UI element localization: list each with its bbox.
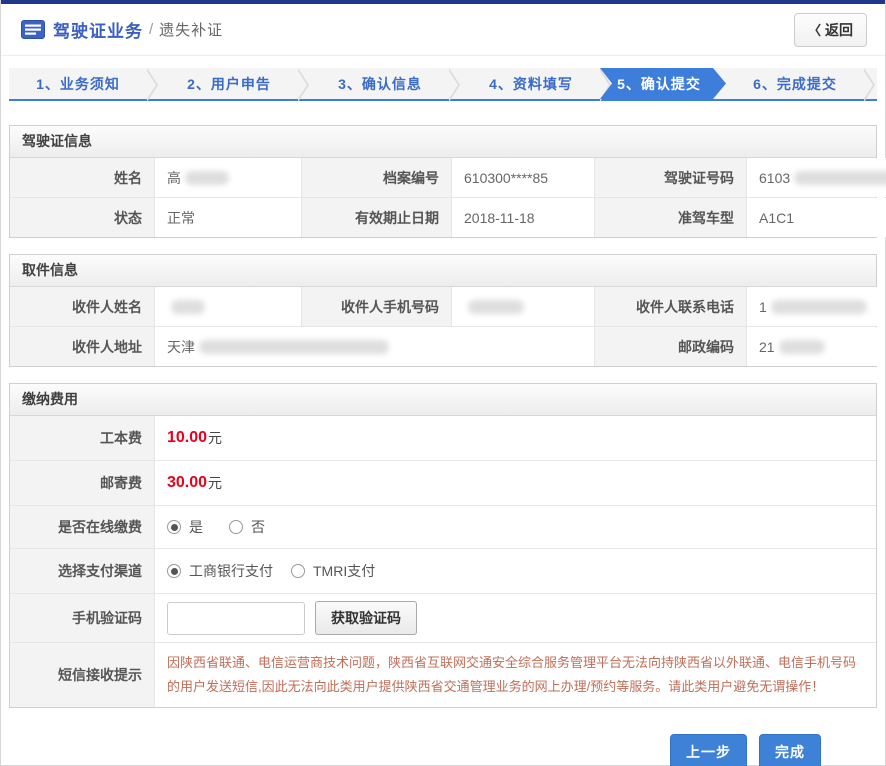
step-navigation: 1、业务须知 2、用户申告 3、确认信息 4、资料填写 5、确认提交 6、完成提…: [9, 68, 877, 101]
sms-notice-label: 短信接收提示: [10, 643, 154, 707]
finish-button[interactable]: 完成: [759, 734, 821, 766]
sms-code-input[interactable]: [167, 602, 305, 635]
file-number-label: 档案编号: [302, 158, 451, 197]
postal-code-value: 21: [747, 327, 879, 366]
expiry-date-label: 有效期止日期: [302, 198, 451, 237]
fee-unit: 元: [208, 473, 222, 493]
breadcrumb-separator: /: [149, 21, 153, 38]
previous-step-button[interactable]: 上一步: [670, 734, 747, 766]
license-number-value: 6103: [747, 158, 886, 197]
page: 驾驶证业务 / 遗失补证 〈 返回 1、业务须知 2、用户申告 3、确认信息 4…: [0, 0, 886, 766]
sms-notice-cell: 因陕西省联通、电信运营商技术问题，陕西省互联网交通安全综合服务管理平台无法向持陕…: [155, 643, 876, 707]
mailing-fee-label: 邮寄费: [10, 461, 154, 505]
redaction-blur: [779, 340, 825, 354]
footer-actions: 上一步 完成: [9, 734, 821, 766]
recipient-name-label: 收件人姓名: [10, 287, 154, 326]
fee-unit: 元: [208, 428, 222, 448]
step-6-complete-submit[interactable]: 6、完成提交: [726, 68, 864, 99]
name-label: 姓名: [10, 158, 154, 197]
online-no-label: 否: [251, 517, 265, 537]
license-info-section: 驾驶证信息 姓名 高 档案编号 610300****85 驾驶证号码 6103 …: [9, 125, 877, 238]
recipient-address-label: 收件人地址: [10, 327, 154, 366]
online-payment-label: 是否在线缴费: [10, 506, 154, 548]
step-5-confirm-submit-active[interactable]: 5、确认提交: [600, 68, 726, 99]
online-payment-options: 是 否: [155, 506, 876, 548]
recipient-phone-label: 收件人联系电话: [595, 287, 746, 326]
mailing-fee-value: 30.00 元: [155, 461, 876, 505]
online-no-option[interactable]: 否: [229, 517, 265, 537]
step-4-fill-materials[interactable]: 4、资料填写: [462, 68, 600, 99]
page-header: 驾驶证业务 / 遗失补证 〈 返回: [1, 4, 885, 56]
status-value: 正常: [155, 198, 301, 237]
breadcrumb-current: 遗失补证: [159, 19, 223, 40]
redaction-blur: [794, 171, 886, 185]
radio-checked-icon[interactable]: [167, 520, 181, 534]
license-number-label: 驾驶证号码: [595, 158, 746, 197]
vehicle-class-label: 准驾车型: [595, 198, 746, 237]
redaction-blur: [171, 300, 205, 314]
redaction-blur: [468, 300, 524, 314]
recipient-mobile-value: [452, 287, 594, 326]
radio-checked-icon[interactable]: [167, 564, 181, 578]
mailing-fee-amount: 30.00: [167, 474, 207, 492]
step-1-business-notice[interactable]: 1、业务须知: [9, 68, 147, 99]
license-card-icon: [21, 20, 45, 39]
back-chevron-icon: 〈: [808, 20, 821, 39]
recipient-name-value: [155, 287, 301, 326]
status-label: 状态: [10, 198, 154, 237]
channel-icbc-label: 工商银行支付: [189, 561, 273, 581]
channel-tmri-option[interactable]: TMRI支付: [291, 561, 375, 581]
step-separator: [864, 68, 877, 101]
pickup-info-section: 取件信息 收件人姓名 收件人手机号码 收件人联系电话 1 收件人地址 天津 邮政…: [9, 254, 877, 367]
vehicle-class-value: A1C1: [747, 198, 886, 237]
online-yes-option[interactable]: 是: [167, 517, 203, 537]
get-sms-code-button[interactable]: 获取验证码: [315, 601, 417, 635]
page-title: 驾驶证业务: [53, 17, 143, 42]
online-yes-label: 是: [189, 517, 203, 537]
name-value: 高: [155, 158, 301, 197]
payment-section: 缴纳费用 工本费 10.00 元 邮寄费 30.00 元 是否在线缴费 是: [9, 383, 877, 708]
file-number-value: 610300****85: [452, 158, 594, 197]
payment-section-title: 缴纳费用: [10, 384, 876, 416]
back-button-label: 返回: [825, 20, 853, 40]
channel-tmri-label: TMRI支付: [313, 561, 375, 581]
license-section-title: 驾驶证信息: [10, 126, 876, 158]
postal-code-label: 邮政编码: [595, 327, 746, 366]
production-fee-amount: 10.00: [167, 429, 207, 447]
redaction-blur: [185, 171, 229, 185]
redaction-blur: [771, 300, 867, 314]
license-info-table: 姓名 高 档案编号 610300****85 驾驶证号码 6103 状态 正常 …: [10, 158, 876, 237]
channel-icbc-option[interactable]: 工商银行支付: [167, 561, 273, 581]
pickup-info-table: 收件人姓名 收件人手机号码 收件人联系电话 1 收件人地址 天津 邮政编码 21: [10, 287, 876, 366]
payment-table: 工本费 10.00 元 邮寄费 30.00 元 是否在线缴费 是: [10, 416, 876, 707]
production-fee-label: 工本费: [10, 416, 154, 460]
step-separator: [449, 68, 462, 101]
recipient-phone-value: 1: [747, 287, 879, 326]
payment-channel-label: 选择支付渠道: [10, 549, 154, 593]
sms-code-row: 获取验证码: [155, 594, 876, 642]
pickup-section-title: 取件信息: [10, 255, 876, 287]
step-3-confirm-info[interactable]: 3、确认信息: [311, 68, 449, 99]
radio-unchecked-icon[interactable]: [291, 564, 305, 578]
production-fee-value: 10.00 元: [155, 416, 876, 460]
step-separator: [147, 68, 160, 101]
radio-unchecked-icon[interactable]: [229, 520, 243, 534]
recipient-address-value: 天津: [155, 327, 594, 366]
back-button[interactable]: 〈 返回: [794, 13, 867, 47]
sms-notice-text: 因陕西省联通、电信运营商技术问题，陕西省互联网交通安全综合服务管理平台无法向持陕…: [167, 651, 864, 699]
recipient-mobile-label: 收件人手机号码: [302, 287, 451, 326]
payment-channel-options: 工商银行支付 TMRI支付: [155, 549, 876, 593]
step-separator: [298, 68, 311, 101]
sms-code-label: 手机验证码: [10, 594, 154, 642]
expiry-date-value: 2018-11-18: [452, 198, 594, 237]
step-2-user-declaration[interactable]: 2、用户申告: [160, 68, 298, 99]
redaction-blur: [199, 340, 389, 354]
